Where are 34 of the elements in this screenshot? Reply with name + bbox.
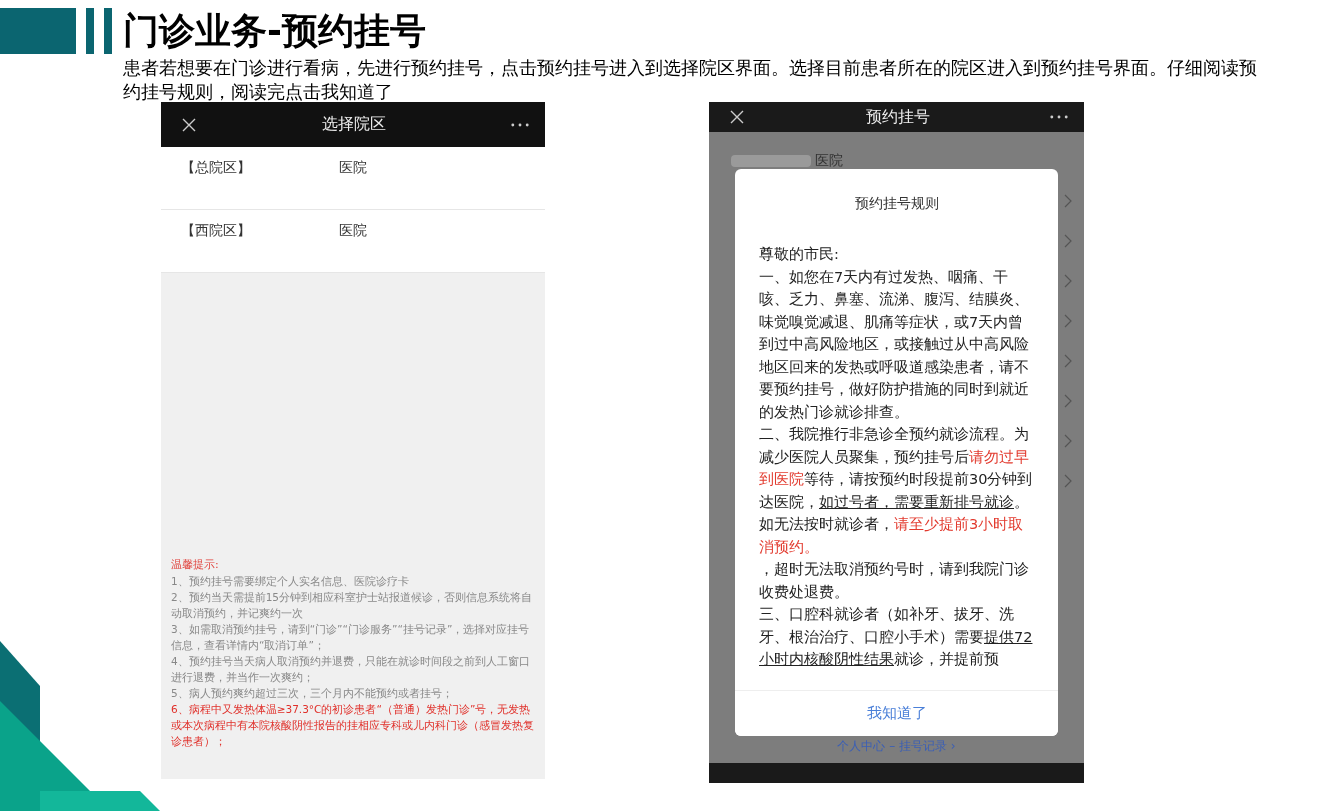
rule-paragraph: 二、我院推行非急诊全预约就诊流程。为减少医院人员聚集，预约挂号后请勿过早到医院等待，请按预约时段提前30分钟到达医院，如过号者，需要重新排号就诊。如无法按时就诊者，请至少提前3小时取消预约。 <box>759 425 1034 557</box>
rule-paragraph: ，超时无法取消预约号时，请到我院门诊收费处退费。 <box>759 560 1030 602</box>
close-icon[interactable] <box>729 109 745 125</box>
title-bar-decoration <box>104 8 112 54</box>
chevron-icon <box>1064 394 1072 408</box>
slide-title: 门诊业务-预约挂号 <box>123 9 427 53</box>
tip-text: 1、预约挂号需要绑定个人实名信息、医院诊疗卡 <box>171 574 410 589</box>
hospital-name: 医院 <box>815 152 843 170</box>
tip-text: 2、预约当天需提前15分钟到相应科室护士站报道候诊，否则信息系统将自动取消预约，并记爽约一次 <box>171 590 534 621</box>
screen-title: 预约挂号 <box>865 106 930 128</box>
screen-title: 选择院区 <box>322 114 386 135</box>
close-icon[interactable] <box>181 116 197 133</box>
chevron-icon <box>1064 274 1072 288</box>
tips-title: 温馨提示: <box>171 557 220 573</box>
chevron-icon <box>1064 434 1072 448</box>
tip-text: 3、如需取消预约挂号，请到“门诊”“门诊服务”“挂号记录”，选择对应挂号信息，查看详情内“取消订单”； <box>171 622 531 653</box>
campus-item[interactable]: 【西院区】 医院 <box>161 210 545 273</box>
chevron-icon <box>1064 194 1072 208</box>
rule-paragraph: 一、如您在7天内有过发热、咽痛、干咳、乏力、鼻塞、流涕、腹泻、结膜炎、味觉嗅觉减退、肌痛等症状，或7天内曾到过中高风险地区，或接触过从中高风险地区回来的发热或呼吸道感染患者，请不要预约挂号，做好防护措施的同时到就近的发热门诊就诊排查。 <box>759 267 1030 422</box>
slide-description: 患者若想要在门诊进行看病，先进行预约挂号，点击预约挂号进入到选择院区界面。选择目前患者所在的院区进入到预约挂号界面。仔细阅读预约挂号规则，阅读完点击我知道了 <box>123 56 1258 104</box>
chevron-icon <box>1064 234 1072 248</box>
title-bar-decoration <box>86 8 94 54</box>
tip-text: 4、预约挂号当天病人取消预约并退费，只能在就诊时间段之前到人工窗口进行退费，并当作一次爽约； <box>171 654 531 685</box>
more-icon[interactable] <box>1050 115 1068 119</box>
rule-paragraph: 尊敬的市民: <box>759 245 840 264</box>
chevron-icon <box>1064 354 1072 368</box>
more-icon[interactable] <box>511 122 529 127</box>
acknowledge-button[interactable]: 我知道了 <box>735 690 1058 736</box>
dialog-title: 预约挂号规则 <box>853 194 940 213</box>
campus-item[interactable]: 【总院区】 医院 <box>161 147 545 210</box>
rule-paragraph: 三、口腔科就诊者（如补牙、拔牙、洗牙、根治治疗、口腔小手术）需要提供72小时内核酸阴性结果就诊，并提前预 <box>759 605 1034 669</box>
chevron-icon <box>1064 474 1072 488</box>
chevron-icon <box>1064 314 1072 328</box>
tip-text: 6、病程中又发热体温≥37.3°C的初诊患者“（普通）发热门诊”号，无发热或本次病程中有本院核酸阴性报告的挂相应专科或儿内科门诊（感冒发热复诊患者）； <box>171 702 535 749</box>
